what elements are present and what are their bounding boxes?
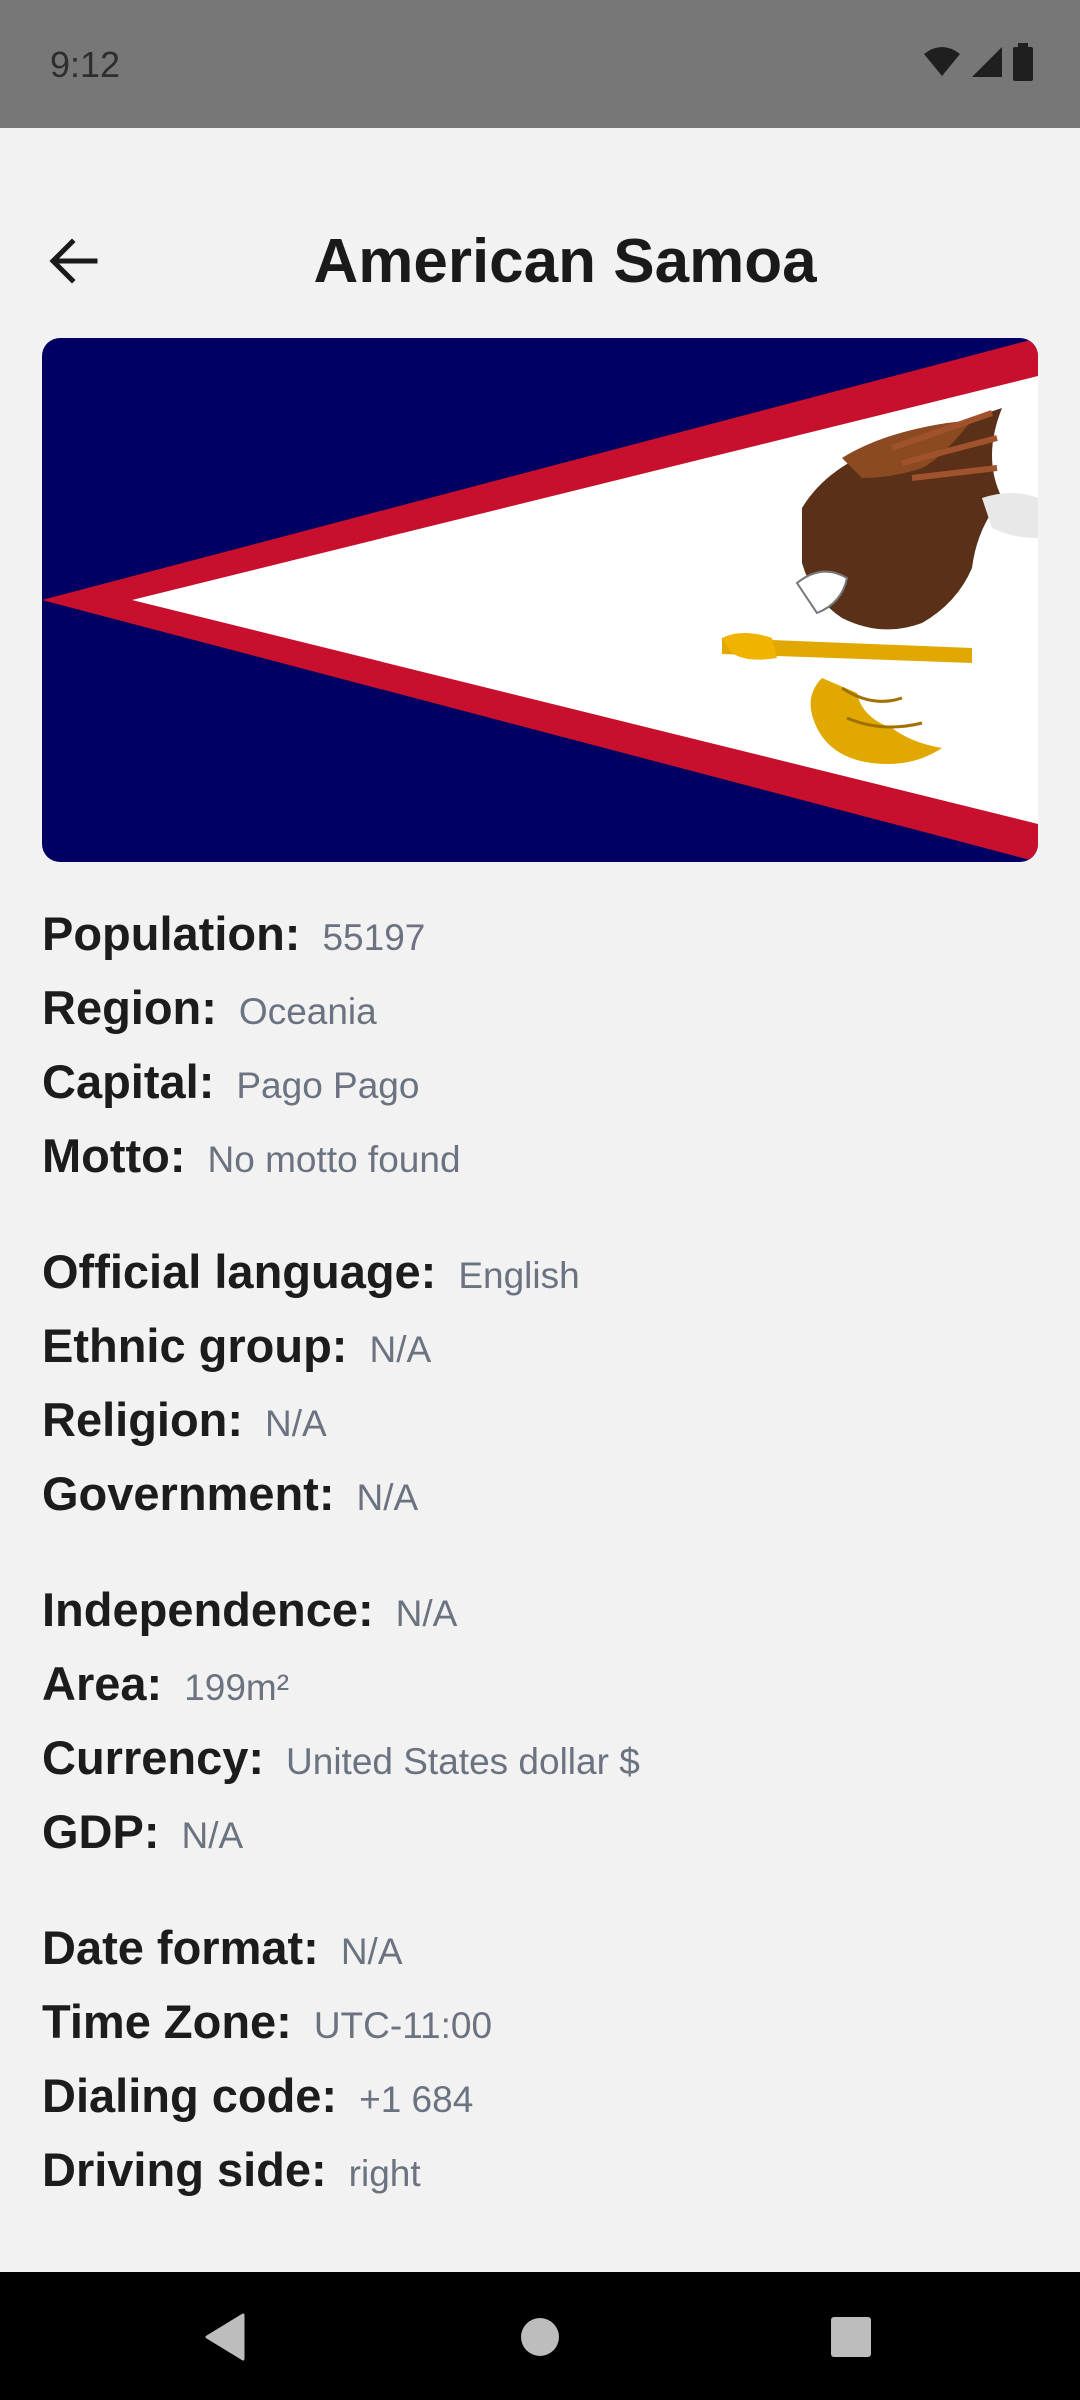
detail-row-region: Region: Oceania <box>42 980 1042 1054</box>
top-app-bar: American Samoa <box>0 208 1080 308</box>
detail-row-ethnic-group: Ethnic group: N/A <box>42 1318 1042 1392</box>
detail-row-dialing-code: Dialing code: +1 684 <box>42 2068 1042 2142</box>
detail-value: United States dollar $ <box>286 1741 640 1782</box>
detail-value: 55197 <box>322 917 426 958</box>
details-group-misc: Date format: N/A Time Zone: UTC-11:00 Di… <box>42 1920 1042 2216</box>
detail-label: Area: <box>42 1657 163 1710</box>
detail-label: Ethnic group: <box>42 1319 348 1372</box>
detail-row-independence: Independence: N/A <box>42 1582 1042 1656</box>
country-detail-screen: American Samoa Population: 55197 Region:… <box>0 128 1080 2272</box>
detail-label: Motto: <box>42 1129 186 1182</box>
detail-row-population: Population: 55197 <box>42 906 1042 980</box>
detail-value: +1 684 <box>359 2079 474 2120</box>
detail-value: Pago Pago <box>236 1065 420 1106</box>
country-flag <box>42 338 1038 862</box>
status-time: 9:12 <box>50 44 121 85</box>
detail-value: N/A <box>395 1593 458 1634</box>
detail-label: Driving side: <box>42 2143 327 2196</box>
nav-home-button[interactable] <box>505 2302 575 2372</box>
system-nav-bar <box>0 2272 1080 2400</box>
detail-value: N/A <box>369 1329 432 1370</box>
detail-label: Official language: <box>42 1245 437 1298</box>
back-triangle-icon <box>205 2313 245 2361</box>
detail-label: Population: <box>42 907 301 960</box>
american-samoa-flag <box>42 338 1038 862</box>
detail-label: Time Zone: <box>42 1995 292 2048</box>
detail-value: UTC-11:00 <box>313 2005 493 2046</box>
detail-value: Oceania <box>238 991 377 1032</box>
nav-back-button[interactable] <box>190 2302 260 2372</box>
wifi-icon <box>924 47 960 76</box>
country-details: Population: 55197 Region: Oceania Capita… <box>42 906 1042 2258</box>
cell-signal-icon <box>972 47 1002 77</box>
detail-label: Region: <box>42 981 217 1034</box>
detail-value: right <box>348 2153 421 2194</box>
detail-row-area: Area: 199m² <box>42 1656 1042 1730</box>
detail-label: Date format: <box>42 1921 319 1974</box>
detail-value: N/A <box>265 1403 327 1444</box>
detail-label: Religion: <box>42 1393 244 1446</box>
nav-recents-button[interactable] <box>816 2302 886 2372</box>
detail-label: Government: <box>42 1467 335 1520</box>
detail-label: Independence: <box>42 1583 374 1636</box>
status-bar: 9:12 <box>0 0 1080 128</box>
detail-value: N/A <box>356 1477 419 1518</box>
detail-label: Capital: <box>42 1055 215 1108</box>
detail-value: No motto found <box>207 1139 461 1180</box>
detail-value: N/A <box>340 1931 403 1972</box>
detail-row-government: Government: N/A <box>42 1466 1042 1540</box>
details-group-economy: Independence: N/A Area: 199m² Currency: … <box>42 1582 1042 1878</box>
detail-value: English <box>458 1255 580 1296</box>
details-group-society: Official language: English Ethnic group:… <box>42 1244 1042 1540</box>
detail-row-official-language: Official language: English <box>42 1244 1042 1318</box>
detail-label: GDP: <box>42 1805 160 1858</box>
detail-row-currency: Currency: United States dollar $ <box>42 1730 1042 1804</box>
status-icons <box>922 42 1034 82</box>
detail-row-date-format: Date format: N/A <box>42 1920 1042 1994</box>
detail-row-time-zone: Time Zone: UTC-11:00 <box>42 1994 1042 2068</box>
details-group-general: Population: 55197 Region: Oceania Capita… <box>42 906 1042 1202</box>
detail-row-gdp: GDP: N/A <box>42 1804 1042 1878</box>
detail-label: Dialing code: <box>42 2069 338 2122</box>
detail-value: 199m² <box>184 1667 290 1708</box>
detail-row-capital: Capital: Pago Pago <box>42 1054 1042 1128</box>
detail-row-driving-side: Driving side: right <box>42 2142 1042 2216</box>
page-title: American Samoa <box>313 227 817 296</box>
battery-icon <box>1013 43 1033 81</box>
detail-row-motto: Motto: No motto found <box>42 1128 1042 1202</box>
detail-value: N/A <box>181 1815 244 1856</box>
detail-row-religion: Religion: N/A <box>42 1392 1042 1466</box>
detail-label: Currency: <box>42 1731 265 1784</box>
home-circle-icon <box>521 2318 559 2356</box>
recents-square-icon <box>831 2317 871 2357</box>
